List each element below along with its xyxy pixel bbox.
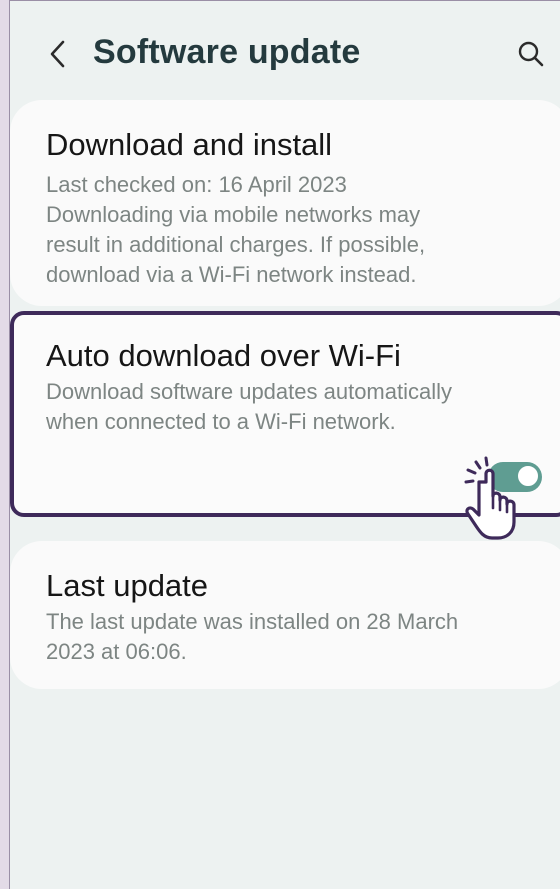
back-button[interactable] [44,36,74,72]
toggle-knob [516,464,540,488]
download-and-install-title: Download and install [46,127,333,162]
auto-download-wifi-description: Download software updates automatically … [46,377,546,437]
auto-download-wifi-title: Auto download over Wi-Fi [46,338,401,373]
last-update-item[interactable]: Last update The last update was installe… [10,541,560,689]
chevron-left-icon [50,40,65,68]
description-line: result in additional charges. If possibl… [46,232,426,257]
last-update-title: Last update [46,568,209,603]
auto-download-wifi-toggle[interactable] [488,462,542,492]
description-line: The last update was installed on 28 Marc… [46,609,459,634]
description-line: Downloading via mobile networks may [46,202,421,227]
description-line: Download software updates automatically [46,379,453,404]
search-button[interactable] [516,39,546,69]
download-and-install-item[interactable]: Download and install Last checked on: 16… [10,100,560,306]
description-line: Last checked on: 16 April 2023 [46,172,347,197]
settings-screen: Software update Download and install Las… [9,0,560,889]
description-line: when connected to a Wi-Fi network. [46,409,396,434]
description-line: download via a Wi-Fi network instead. [46,262,417,287]
search-icon [518,41,544,67]
auto-download-wifi-item[interactable]: Auto download over Wi-Fi Download softwa… [10,311,560,517]
last-update-description: The last update was installed on 28 Marc… [46,607,546,667]
app-bar: Software update [10,1,560,101]
page-title: Software update [93,33,361,71]
download-and-install-description: Last checked on: 16 April 2023 Downloadi… [46,170,546,290]
description-line: 2023 at 06:06. [46,639,187,664]
